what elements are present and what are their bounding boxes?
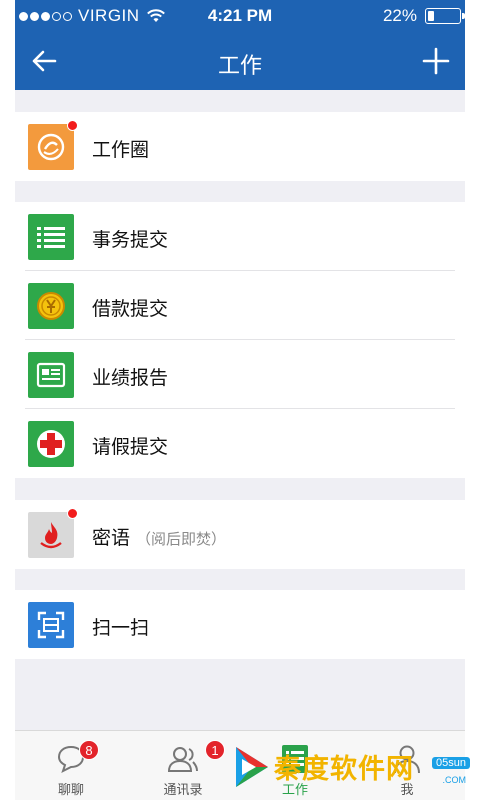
report-icon	[28, 352, 74, 398]
contacts-icon	[167, 747, 198, 772]
unread-count-badge: 8	[79, 740, 99, 760]
group-submissions: 事务提交 借款提交 业绩报告 请假提交	[15, 202, 465, 478]
new-indicator-dot	[67, 508, 78, 519]
site-watermark: 秦度软件网 05sun .COM	[228, 735, 480, 800]
watermark-site: 05sun	[432, 757, 470, 769]
page-title: 工作	[217, 53, 262, 78]
menu-item-label: 业绩报告	[92, 368, 169, 389]
menu-item-leave-submit[interactable]: 请假提交	[15, 409, 465, 478]
status-right: 22%	[382, 6, 465, 26]
menu-item-label: 扫一扫	[92, 618, 150, 639]
menu-item-performance-report[interactable]: 业绩报告	[15, 340, 465, 409]
flame-icon	[28, 512, 74, 558]
battery-icon	[425, 8, 465, 24]
group-work-circle: 工作圈	[15, 112, 465, 181]
work-circle-icon	[28, 124, 74, 170]
battery-percent: 22%	[382, 6, 417, 25]
menu-item-work-circle[interactable]: 工作圈	[15, 112, 465, 181]
menu-item-affairs-submit[interactable]: 事务提交	[15, 202, 465, 271]
menu-item-label: 请假提交	[92, 437, 169, 458]
watermark-domain: .COM	[442, 775, 467, 785]
scan-icon	[28, 602, 74, 648]
menu-item-label: 借款提交	[92, 299, 169, 320]
watermark-text: 秦度软件网	[274, 754, 414, 785]
menu-item-scan[interactable]: 扫一扫	[15, 590, 465, 659]
battery-tip	[462, 13, 465, 19]
group-scan: 扫一扫	[15, 590, 465, 659]
list-icon	[28, 214, 74, 260]
menu-item-label-wrap: 密语 （阅后即焚）	[92, 523, 226, 550]
coin-icon	[28, 283, 74, 329]
unread-count-badge: 1	[205, 740, 225, 760]
menu-item-label: 密语	[92, 528, 131, 549]
plus-icon[interactable]	[421, 46, 451, 76]
tab-label: 通讯录	[163, 782, 203, 797]
status-bar: VIRGIN 4:21 PM 22%	[15, 0, 465, 32]
group-secret-message: 密语 （阅后即焚）	[15, 500, 465, 569]
app-screen: VIRGIN 4:21 PM 22% 工作 工作圈 事务提交 借款提交 业绩报告…	[15, 0, 465, 800]
menu-item-secret-message[interactable]: 密语 （阅后即焚）	[15, 500, 465, 569]
menu-item-loan-submit[interactable]: 借款提交	[15, 271, 465, 340]
menu-item-label: 事务提交	[92, 230, 169, 251]
tab-label: 聊聊	[57, 782, 84, 797]
watermark-logo-icon	[236, 747, 268, 787]
tab-contacts[interactable]: 1 通讯录	[127, 731, 239, 800]
tab-chat[interactable]: 8 聊聊	[15, 731, 127, 800]
medical-cross-icon	[28, 421, 74, 467]
menu-item-sublabel: （阅后即焚）	[136, 531, 227, 548]
navigation-bar: 工作	[15, 32, 465, 90]
battery-fill	[428, 11, 434, 21]
menu-item-label: 工作圈	[92, 140, 150, 161]
new-indicator-dot	[67, 120, 78, 131]
